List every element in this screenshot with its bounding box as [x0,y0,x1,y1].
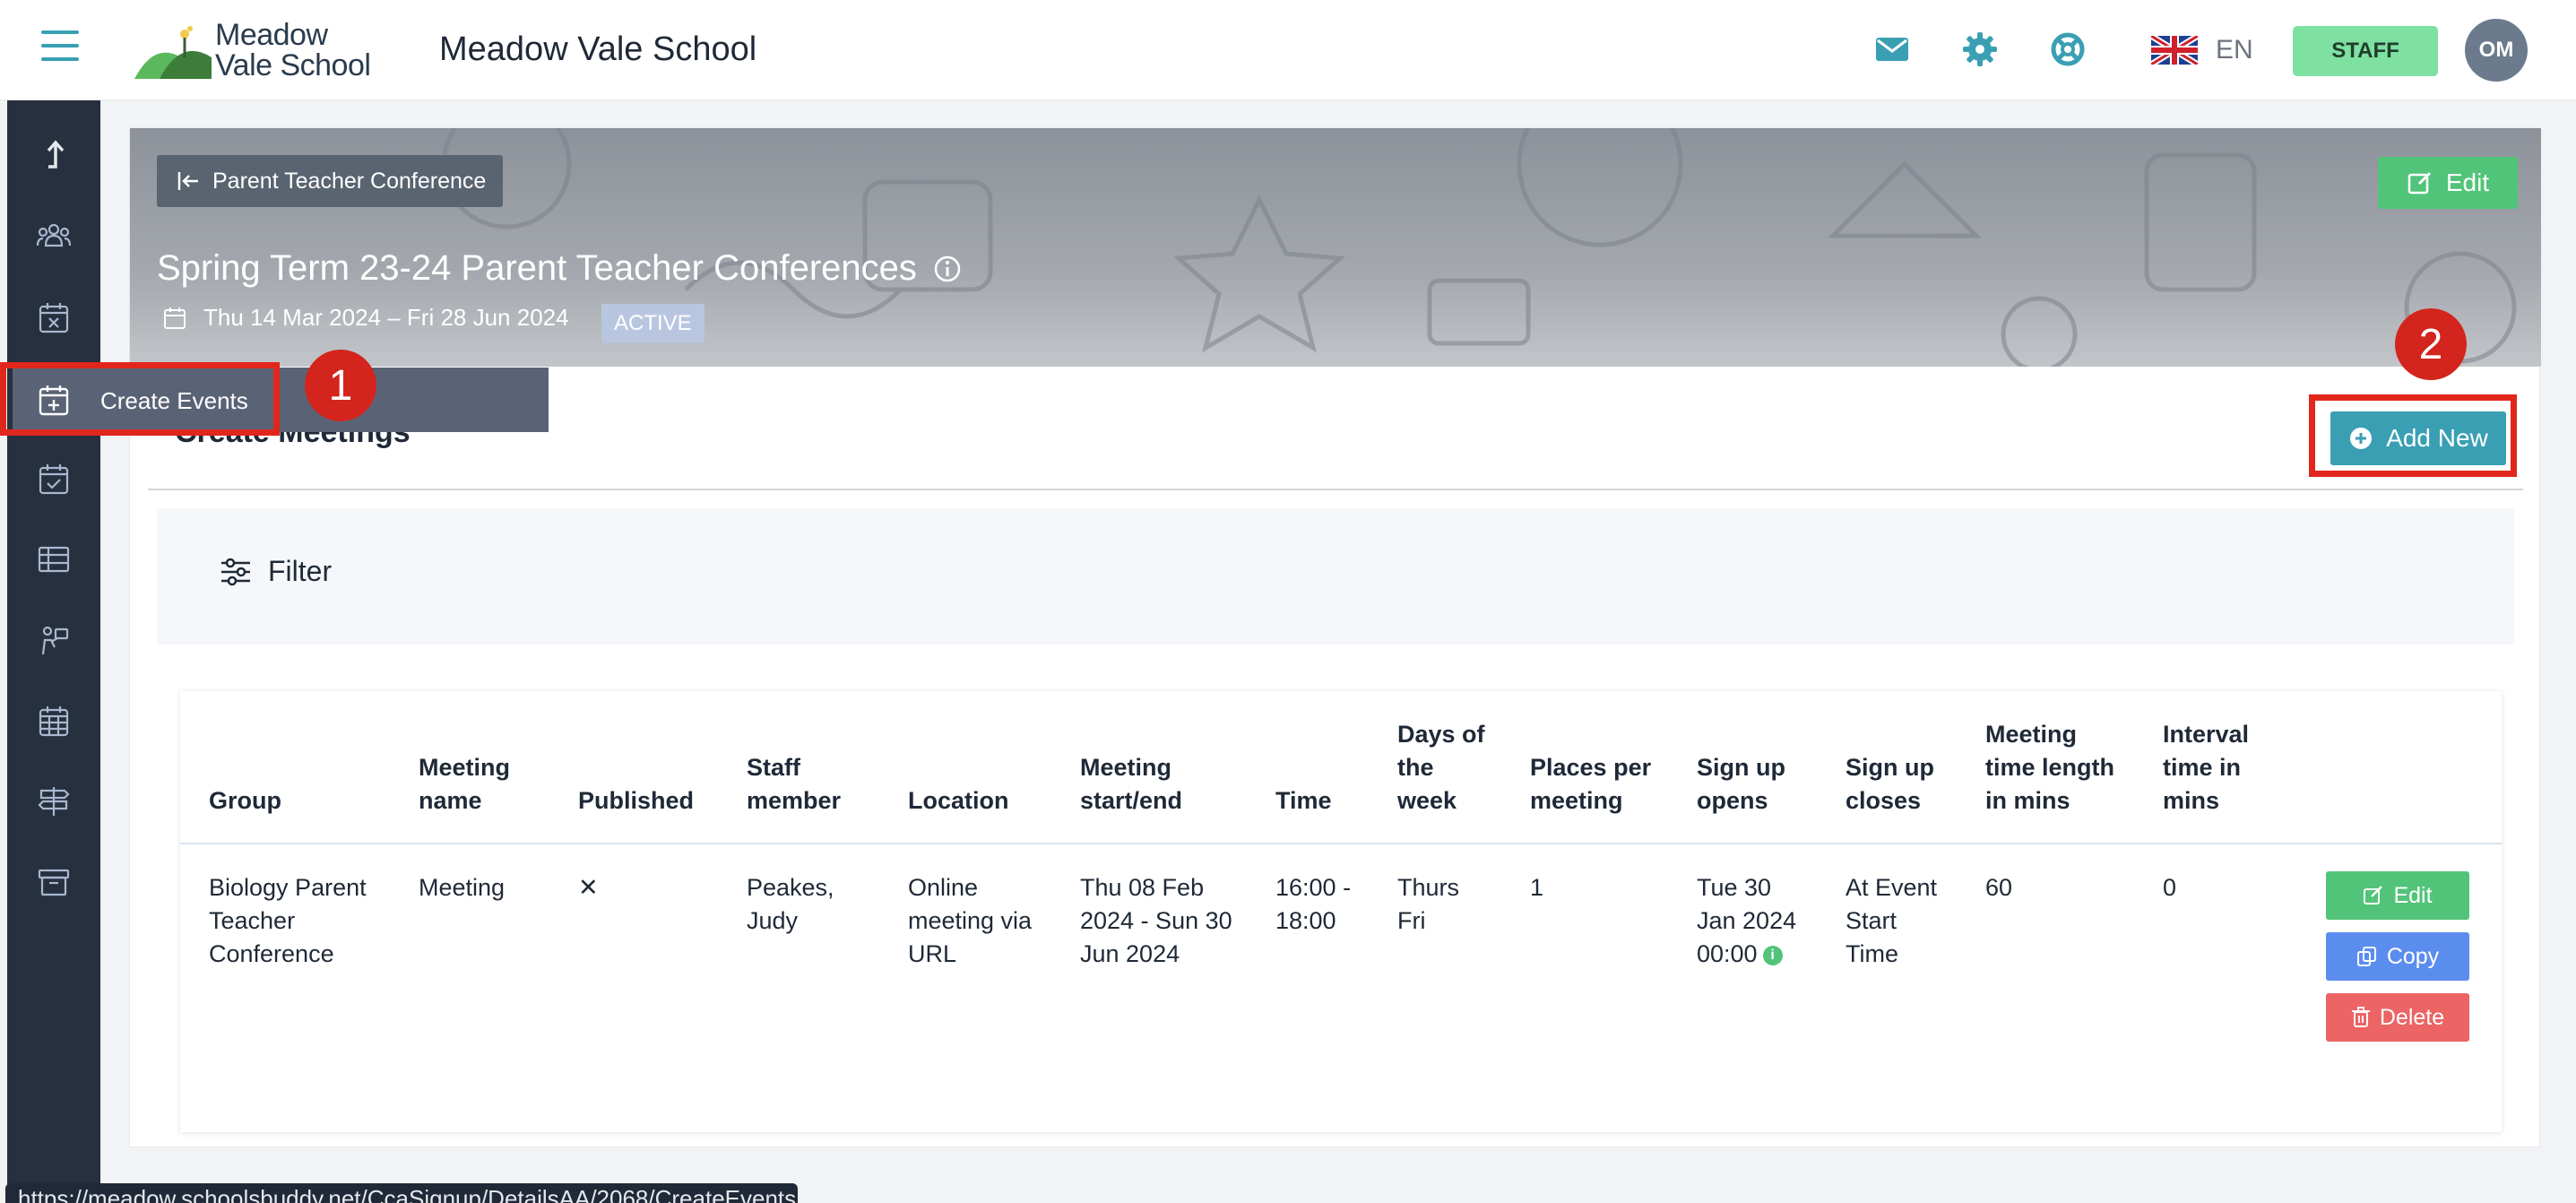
school-logo[interactable]: Meadow Vale School [134,18,371,82]
arrow-up-icon[interactable] [36,138,72,174]
cell-meeting-name: Meeting [419,874,506,901]
cell-time: 16:00 - 18:00 [1275,874,1352,934]
step-marker-1: 1 [305,350,376,421]
archive-icon[interactable] [36,864,72,900]
uk-flag-icon [2151,36,2198,65]
cell-group: Biology Parent Teacher Conference [209,874,367,967]
status-url: https://meadow.schoolsbuddy.net/CcaSignu… [5,1183,798,1203]
row-edit-button[interactable]: Edit [2326,871,2469,920]
cell-start-end: Thu 08 Feb 2024 - Sun 30 Jun 2024 [1080,874,1232,967]
event-title-text: Spring Term 23-24 Parent Teacher Confere… [157,248,917,288]
cell-sign-up-opens: Tue 30 Jan 2024 00:00 i [1668,844,1817,1072]
column-header: Days of the week [1369,691,1501,844]
cell-interval: 0 [2163,874,2177,901]
person-board-icon[interactable] [36,622,72,658]
cell-days: Thurs Fri [1397,874,1460,934]
cell-actions: Edit Copy Delete [2297,844,2502,1072]
cell-staff-member: Peakes, Judy [747,874,834,934]
logo-hills-icon [134,26,212,79]
calendar-check-icon[interactable] [36,461,72,497]
logo-line-1: Meadow [215,18,328,52]
avatar[interactable]: OM [2465,19,2528,82]
row-delete-label: Delete [2379,1004,2445,1030]
staff-role-button[interactable]: STAFF [2293,26,2438,76]
logo-line-2: Vale School [215,48,371,82]
people-icon[interactable] [36,219,72,255]
table-header-row: Group Meeting name Published Staff membe… [180,691,2502,844]
trash-icon [2351,1007,2370,1027]
menu-icon[interactable] [41,30,79,63]
column-header: Meeting name [390,691,549,844]
edit-icon [2407,171,2431,195]
column-header: Sign up opens [1668,691,1817,844]
calendar-icon [164,307,186,329]
add-new-highlight [2309,394,2517,477]
divider [148,489,2523,490]
edit-event-label: Edit [2445,169,2490,196]
create-events-highlight[interactable] [0,362,280,436]
arrow-left-bar-icon [177,172,198,190]
meetings-table: Group Meeting name Published Staff membe… [180,691,2502,1072]
mail-icon[interactable] [1873,30,1911,68]
event-dates: Thu 14 Mar 2024 – Fri 28 Jun 2024 [162,304,569,332]
cell-location: Online meeting via URL [908,874,1033,967]
cell-places: 1 [1530,874,1544,901]
edit-icon [2364,886,2383,904]
table-row: Biology Parent Teacher Conference Meetin… [180,844,2502,1072]
event-card: Parent Teacher Conference Edit Spring Te… [129,127,2541,1147]
school-name: Meadow Vale School [439,30,757,68]
table-icon[interactable] [36,541,72,577]
calendar-grid-icon[interactable] [36,703,72,739]
info-dot-icon[interactable]: i [1762,945,1783,965]
row-delete-button[interactable]: Delete [2326,993,2469,1042]
step-marker-2: 2 [2395,308,2467,380]
row-edit-label: Edit [2393,882,2433,908]
column-header: Interval time in mins [2134,691,2297,844]
filter-toggle[interactable]: Filter [220,555,332,588]
logo-text: Meadow Vale School [215,18,371,82]
cell-published: ✕ [578,874,599,901]
row-copy-label: Copy [2386,943,2440,969]
back-to-parent-button[interactable]: Parent Teacher Conference [157,155,503,207]
sidebar [7,100,100,1203]
column-header: Time [1247,691,1369,844]
gear-icon[interactable] [1961,30,1999,68]
event-title: Spring Term 23-24 Parent Teacher Confere… [157,248,962,289]
language-code: EN [2216,35,2253,65]
calendar-x-icon[interactable] [36,299,72,335]
meetings-table-card: Group Meeting name Published Staff membe… [180,691,2502,1132]
event-dates-text: Thu 14 Mar 2024 – Fri 28 Jun 2024 [203,304,569,331]
event-banner: Parent Teacher Conference Edit Spring Te… [130,128,2541,367]
language-selector[interactable]: EN [2151,30,2253,70]
column-header: Places per meeting [1501,691,1668,844]
back-button-label: Parent Teacher Conference [212,168,487,194]
top-bar: Meadow Vale School Meadow Vale School EN… [0,0,2576,100]
cell-sign-up-closes: At Event Start Time [1846,874,1938,967]
edit-event-button[interactable]: Edit [2378,157,2518,209]
column-header: Group [180,691,390,844]
info-icon[interactable] [933,255,962,283]
lifebuoy-icon[interactable] [2049,30,2087,68]
column-header: Location [879,691,1051,844]
copy-icon [2356,947,2376,966]
column-header: Published [549,691,718,844]
signpost-icon[interactable] [36,783,72,819]
column-header: Meeting start/end [1051,691,1247,844]
filter-panel: Filter [157,508,2514,645]
sliders-icon [221,558,250,585]
column-header: Sign up closes [1817,691,1957,844]
column-header: Meeting time length in mins [1957,691,2134,844]
filter-label: Filter [268,555,333,587]
column-header-actions [2297,691,2502,844]
cell-length: 60 [1985,874,2013,901]
row-copy-button[interactable]: Copy [2326,932,2469,981]
status-badge: ACTIVE [601,304,705,343]
column-header: Staff member [718,691,879,844]
